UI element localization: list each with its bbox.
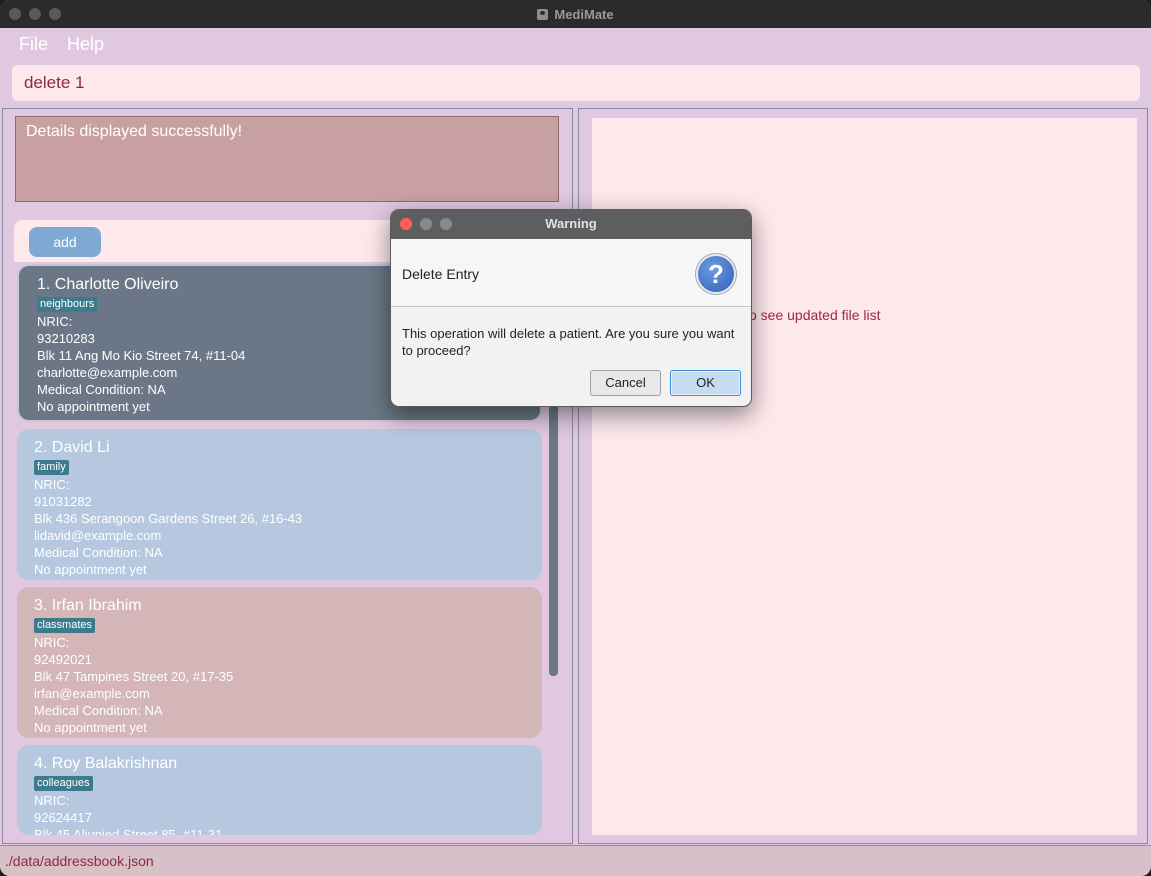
ok-button[interactable]: OK xyxy=(670,370,741,396)
patient-email: irfan@example.com xyxy=(34,686,150,701)
file-path: ./data/addressbook.json xyxy=(5,853,154,869)
title-bar: MediMate xyxy=(0,0,1151,28)
cancel-button[interactable]: Cancel xyxy=(590,370,661,396)
patient-tag: neighbours xyxy=(37,297,98,312)
menu-file[interactable]: File xyxy=(19,34,48,55)
patient-tag: classmates xyxy=(34,618,96,633)
patient-name: 2. David Li xyxy=(34,439,110,456)
patient-name: 3. Irfan Ibrahim xyxy=(34,597,142,614)
patient-nric: NRIC: xyxy=(34,793,70,808)
patient-tag: family xyxy=(34,460,69,475)
patient-name: 4. Roy Balakrishnan xyxy=(34,755,178,772)
dialog-header: Delete Entry ? xyxy=(391,239,751,307)
question-icon: ? xyxy=(696,254,736,294)
patient-appointment: No appointment yet xyxy=(34,562,147,577)
patient-email: lidavid@example.com xyxy=(34,528,162,543)
result-display: Details displayed successfully! xyxy=(15,116,559,202)
warning-dialog: Warning Delete Entry ? This operation wi… xyxy=(390,209,752,407)
dialog-header-text: Delete Entry xyxy=(402,266,480,282)
dialog-title: Warning xyxy=(545,216,597,231)
patient-condition: Medical Condition: NA xyxy=(34,545,163,560)
patient-address: Blk 47 Tampines Street 20, #17-35 xyxy=(34,669,234,684)
patient-address: Blk 45 Aljunied Street 85, #11-31 xyxy=(34,827,223,835)
app-window: MediMate File Help delete 1 Details disp… xyxy=(0,0,1151,876)
patient-condition: Medical Condition: NA xyxy=(34,703,163,718)
patient-phone: 92624417 xyxy=(34,810,92,825)
add-button[interactable]: add xyxy=(29,227,101,257)
command-input[interactable]: delete 1 xyxy=(12,65,1140,101)
app-icon xyxy=(537,8,549,20)
patient-phone: 92492021 xyxy=(34,652,92,667)
window-title: MediMate xyxy=(554,6,614,22)
details-message: o see updated file list xyxy=(749,307,881,323)
dialog-message: This operation will delete a patient. Ar… xyxy=(402,326,735,358)
dialog-title-bar: Warning xyxy=(391,210,751,239)
patient-nric: NRIC: xyxy=(34,635,70,650)
patient-card[interactable]: 2. David Li family NRIC: 91031282 Blk 43… xyxy=(17,429,542,580)
patient-card[interactable]: 4. Roy Balakrishnan colleagues NRIC: 926… xyxy=(17,745,542,835)
status-bar: ./data/addressbook.json xyxy=(0,845,1151,876)
patient-nric: NRIC: xyxy=(34,477,70,492)
patient-card[interactable]: 3. Irfan Ibrahim classmates NRIC: 924920… xyxy=(17,587,542,738)
menu-bar: File Help xyxy=(0,28,1151,60)
patient-appointment: No appointment yet xyxy=(34,720,147,735)
patient-phone: 91031282 xyxy=(34,494,92,509)
patient-address: Blk 436 Serangoon Gardens Street 26, #16… xyxy=(34,511,303,526)
menu-help[interactable]: Help xyxy=(67,34,104,55)
patient-tag: colleagues xyxy=(34,776,93,791)
